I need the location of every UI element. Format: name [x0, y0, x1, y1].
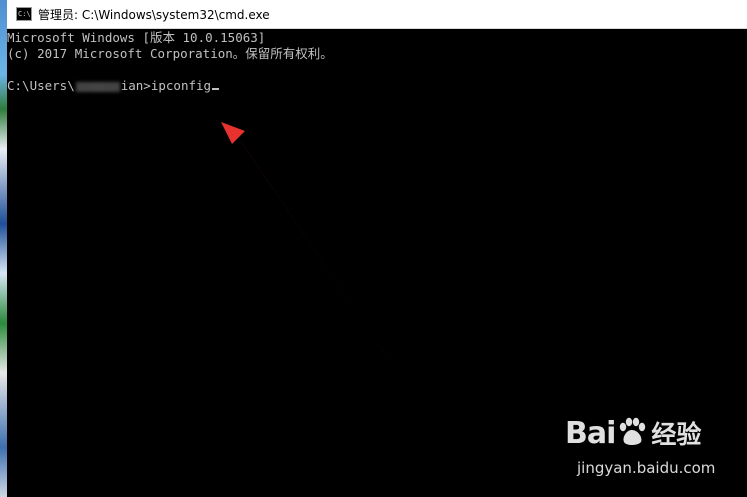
- watermark-brand-left: Bai: [565, 416, 616, 451]
- screen: C:\ 管理员: C:\Windows\system32\cmd.exe Mic…: [0, 0, 747, 497]
- watermark-logo: Bai 经验: [565, 415, 701, 451]
- watermark-brand-right: 经验: [651, 420, 702, 449]
- paw-icon: [620, 417, 646, 445]
- arrow-shaft: [236, 134, 388, 358]
- watermark-url: jingyan.baidu.com: [577, 459, 716, 477]
- arrow-head: [221, 122, 245, 144]
- baidu-jingyan-watermark: Bai 经验 jingyan.baidu.com: [565, 415, 735, 485]
